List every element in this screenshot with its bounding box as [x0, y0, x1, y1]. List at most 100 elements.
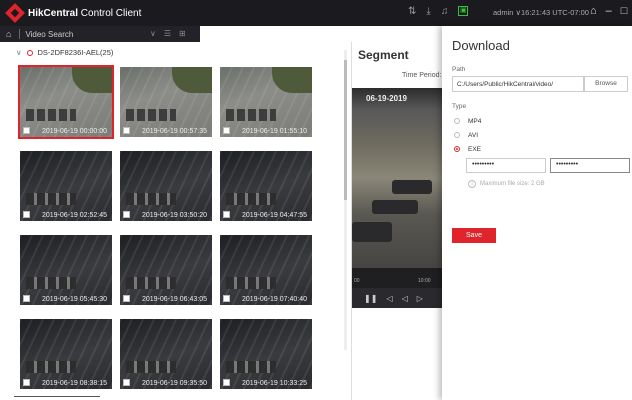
thumbnail-checkbox[interactable] [23, 295, 30, 302]
playback-controls: ❚❚ ◁ ◁ ▷ [352, 288, 442, 308]
titlebar-icons: ⇅ ⤓ ♫ ▣ [408, 6, 469, 17]
thumbnail-image [120, 319, 212, 389]
window-controls: ⌂ – □ [590, 5, 627, 17]
thumbnail-time: 2019-06-19 07:40:40 [242, 296, 307, 303]
pause-icon[interactable]: ❚❚ [364, 294, 377, 303]
thumbnail-cars [126, 277, 176, 289]
thumbnail-cars [26, 193, 76, 205]
thumbnail-checkbox[interactable] [223, 211, 230, 218]
thumbnail-item[interactable]: 2019-06-19 00:00:00 [18, 65, 114, 139]
chevron-down-icon[interactable]: ∨ [150, 29, 156, 38]
thumbnail-checkbox[interactable] [23, 127, 30, 134]
title-bar: HikCentral Control Client ⇅ ⤓ ♫ ▣ admin … [0, 0, 632, 26]
thumbnail-checkbox[interactable] [223, 295, 230, 302]
user-menu[interactable]: admin ∨ [493, 8, 521, 17]
module-tab-bar: ⌂ Video Search ∨ ☰ ⊞ [0, 26, 200, 42]
step-back-icon[interactable]: ◁ [402, 294, 408, 303]
thumbnail-item[interactable]: 2019-06-19 03:50:20 [120, 151, 212, 221]
password-field[interactable]: ••••••••• [466, 158, 546, 173]
grid-view-icon[interactable]: ⊞ [179, 29, 186, 38]
thumbnail-time: 2019-06-19 03:50:20 [142, 212, 207, 219]
scrollbar-thumb[interactable] [344, 60, 347, 200]
path-label: Path [452, 66, 466, 73]
thumbnail-cars [226, 277, 276, 289]
thumbnail-item[interactable]: 2019-06-19 07:40:40 [220, 235, 312, 305]
home-icon[interactable]: ⌂ [6, 29, 11, 39]
step-forward-icon[interactable]: ▷ [417, 294, 423, 303]
thumbnail-image [120, 151, 212, 221]
thumbnail-checkbox[interactable] [23, 379, 30, 386]
thumbnail-image [220, 151, 312, 221]
thumbnail-checkbox[interactable] [223, 127, 230, 134]
thumbnail-checkbox[interactable] [123, 211, 130, 218]
thumbnail-item[interactable]: 2019-06-19 06:43:05 [120, 235, 212, 305]
thumbnail-item[interactable]: 2019-06-19 05:45:30 [20, 235, 112, 305]
thumbnail-checkbox[interactable] [123, 295, 130, 302]
clock-time: 16:21:43 UTC-07:00 [521, 8, 589, 17]
thumbnail-time: 2019-06-19 05:45:30 [42, 296, 107, 303]
radio-avi[interactable] [454, 132, 460, 138]
timeline-tick: 00 [354, 278, 360, 284]
thumbnail-time: 2019-06-19 09:35:50 [142, 380, 207, 387]
camera-status-icon [26, 49, 33, 56]
thumbnail-item[interactable]: 2019-06-19 04:47:55 [220, 151, 312, 221]
thumbnail-checkbox[interactable] [123, 379, 130, 386]
radio-exe[interactable] [454, 146, 460, 152]
status-icon[interactable]: ▣ [458, 6, 469, 16]
timeline-tick: 10:00 [418, 278, 431, 284]
divider [19, 29, 21, 39]
minimize-icon[interactable]: – [606, 5, 612, 17]
app-title: HikCentral Control Client [28, 7, 142, 19]
sort-icon[interactable]: ⇅ [408, 6, 416, 17]
info-icon: i [468, 180, 476, 188]
maximize-icon[interactable]: □ [621, 5, 628, 17]
thumbnail-item[interactable]: 2019-06-19 10:33:25 [220, 319, 312, 389]
thumbnail-time: 2019-06-19 00:00:00 [42, 128, 107, 135]
thumbnail-time: 2019-06-19 10:33:25 [242, 380, 307, 387]
lock-icon[interactable]: ⌂ [590, 5, 597, 17]
type-label: Type [452, 103, 467, 110]
list-view-icon[interactable]: ☰ [164, 29, 171, 38]
segment-title: Segment [358, 48, 409, 62]
thumbnail-checkbox[interactable] [223, 379, 230, 386]
thumbnail-time: 2019-06-19 04:47:55 [242, 212, 307, 219]
thumbnail-cars [126, 193, 176, 205]
thumbnail-image [220, 235, 312, 305]
radio-exe-label: EXE [468, 146, 482, 153]
thumbnail-time: 2019-06-19 00:57:35 [142, 128, 207, 135]
tab-video-search[interactable]: Video Search [25, 30, 73, 39]
thumbnail-item[interactable]: 2019-06-19 02:52:45 [20, 151, 112, 221]
thumbnail-cars [126, 361, 176, 373]
download-icon[interactable]: ⤓ [426, 6, 430, 17]
thumbnail-item[interactable]: 2019-06-19 01:55:10 [220, 67, 312, 137]
save-button[interactable]: Save [452, 228, 496, 243]
bell-icon[interactable]: ♫ [441, 6, 449, 17]
path-input[interactable]: C:/Users/Public/HikCentral/video/ [452, 76, 584, 92]
download-title: Download [452, 38, 510, 53]
zoom-slider[interactable] [14, 392, 114, 400]
time-period-label: Time Period: [402, 72, 442, 79]
confirm-password-field[interactable]: ••••••••• [550, 158, 630, 173]
thumbnail-image [20, 235, 112, 305]
thumbnail-checkbox[interactable] [123, 127, 130, 134]
previous-icon[interactable]: ◁ [386, 294, 392, 303]
chevron-down-icon[interactable]: ∨ [16, 48, 22, 57]
thumbnail-cars [126, 109, 176, 121]
video-car [352, 222, 392, 242]
camera-name: DS-2DF8236I-AEL(25) [37, 48, 114, 57]
browse-button[interactable]: Browse [584, 76, 628, 92]
video-player[interactable]: 06-19-2019 [352, 88, 442, 268]
radio-mp4[interactable] [454, 118, 460, 124]
camera-tree-node[interactable]: ∨ DS-2DF8236I-AEL(25) [16, 48, 113, 57]
thumbnail-item[interactable]: 2019-06-19 08:38:15 [20, 319, 112, 389]
thumbnail-item[interactable]: 2019-06-19 09:35:50 [120, 319, 212, 389]
timeline[interactable]: 00 10:00 [352, 268, 442, 288]
thumbnail-time: 2019-06-19 06:43:05 [142, 296, 207, 303]
max-size-text: Maximum file size: 2 GB [480, 181, 545, 187]
thumbnail-item[interactable]: 2019-06-19 00:57:35 [120, 67, 212, 137]
thumbnail-cars [26, 109, 76, 121]
thumbnail-cars [226, 193, 276, 205]
thumbnail-checkbox[interactable] [23, 211, 30, 218]
thumbnail-image [120, 235, 212, 305]
thumbnail-cars [26, 277, 76, 289]
